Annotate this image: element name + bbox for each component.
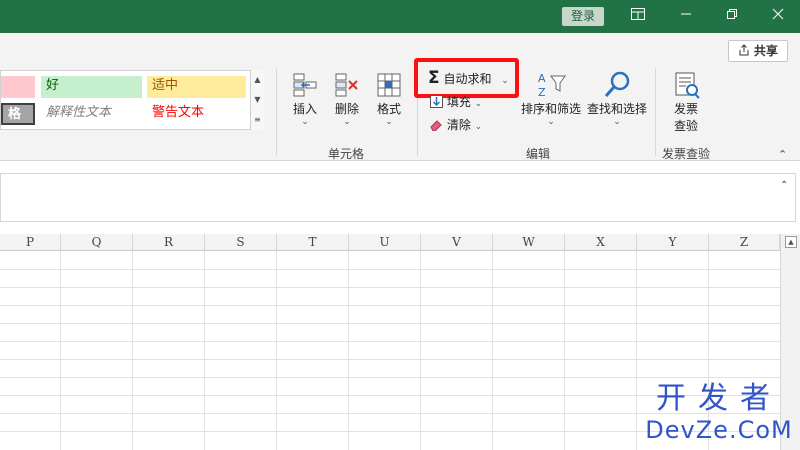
- group-separator: [655, 68, 656, 156]
- invoice-label-line2: 查验: [673, 119, 698, 133]
- format-label: 格式: [376, 102, 401, 116]
- chevron-down-icon: ⌄: [385, 117, 393, 127]
- style-check-cell[interactable]: 格: [1, 103, 35, 125]
- watermark-line1: 开发者: [656, 381, 782, 416]
- column-header[interactable]: P: [0, 234, 61, 251]
- eraser-icon: [430, 120, 442, 132]
- style-warning-text[interactable]: 警告文本: [147, 103, 246, 125]
- cell-styles-gallery: 好 适中 格 解释性文本 警告文本: [0, 70, 264, 130]
- column-header[interactable]: Y: [637, 234, 709, 251]
- share-icon: [739, 44, 749, 56]
- watermark: 开发者 DevZe.CoM: [640, 381, 798, 445]
- column-header[interactable]: R: [133, 234, 205, 251]
- chevron-down-icon: ⌄: [613, 117, 621, 127]
- login-button[interactable]: 登录: [562, 7, 604, 26]
- delete-cells-icon: [335, 73, 358, 97]
- style-explanatory-text[interactable]: 解释性文本: [41, 103, 142, 125]
- insert-cells-icon: [293, 73, 317, 97]
- share-button[interactable]: 共享: [728, 40, 788, 62]
- find-select-label: 查找和选择: [586, 102, 647, 116]
- find-select-button[interactable]: 查找和选择 ⌄: [586, 70, 648, 127]
- column-header[interactable]: Z: [709, 234, 780, 251]
- clear-button[interactable]: 清除 ⌄: [430, 115, 482, 135]
- invoice-label-line1: 发票: [673, 102, 698, 116]
- gallery-scrollbar: ▲ ▼ ≡: [250, 70, 264, 130]
- column-header[interactable]: U: [349, 234, 421, 251]
- sort-filter-icon: A Z: [538, 72, 566, 99]
- invoice-group-label: 发票查验: [661, 147, 710, 161]
- chevron-down-icon: ⌄: [343, 117, 351, 127]
- column-header[interactable]: Q: [61, 234, 133, 251]
- style-good[interactable]: 好: [41, 76, 142, 98]
- share-label: 共享: [753, 44, 778, 58]
- clear-label: 清除: [446, 118, 471, 132]
- formula-bar-area[interactable]: [0, 173, 796, 222]
- format-button[interactable]: 格式 ⌄: [370, 70, 408, 127]
- sort-filter-button[interactable]: A Z 排序和筛选 ⌄: [520, 70, 582, 127]
- restore-icon[interactable]: [722, 6, 742, 26]
- minimize-icon[interactable]: [676, 6, 696, 26]
- style-neutral[interactable]: 适中: [147, 76, 246, 98]
- collapse-ribbon-icon[interactable]: ⌃: [778, 148, 787, 161]
- delete-label: 删除: [334, 102, 359, 116]
- editing-group-label: 编辑: [525, 147, 550, 161]
- column-header[interactable]: X: [565, 234, 637, 251]
- column-headers: P Q R S T U V W X Y Z: [0, 234, 780, 251]
- sort-filter-label: 排序和筛选: [520, 102, 581, 116]
- column-header[interactable]: T: [277, 234, 349, 251]
- gallery-down-icon[interactable]: ▼: [251, 90, 264, 110]
- chevron-down-icon: ⌄: [301, 117, 309, 127]
- chevron-down-icon: ⌄: [474, 122, 483, 132]
- column-header[interactable]: V: [421, 234, 493, 251]
- magnifier-icon: [604, 71, 630, 97]
- svg-text:Z: Z: [538, 86, 546, 99]
- style-bad[interactable]: [1, 76, 35, 98]
- ribbon-display-options-icon[interactable]: [628, 6, 648, 26]
- scroll-up-icon[interactable]: ▲: [785, 236, 797, 248]
- svg-text:A: A: [538, 72, 546, 85]
- column-header[interactable]: W: [493, 234, 565, 251]
- invoice-check-button[interactable]: 发票 查验: [664, 70, 708, 134]
- watermark-line2: DevZe.CoM: [645, 416, 793, 444]
- expand-formula-bar-icon[interactable]: ⌃: [780, 180, 788, 191]
- fill-button[interactable]: 填充 ⌄: [430, 92, 482, 112]
- column-header[interactable]: S: [205, 234, 277, 251]
- fill-label: 填充: [446, 95, 471, 109]
- cells-group-label: 单元格: [327, 147, 364, 161]
- format-cells-icon: [377, 73, 401, 97]
- delete-button[interactable]: 删除 ⌄: [328, 70, 366, 127]
- fill-down-icon: [430, 95, 443, 108]
- group-separator: [276, 68, 277, 156]
- gallery-up-icon[interactable]: ▲: [251, 70, 264, 90]
- close-icon[interactable]: [768, 6, 788, 26]
- chevron-down-icon: ⌄: [474, 99, 483, 109]
- insert-label: 插入: [292, 102, 317, 116]
- gallery-more-icon[interactable]: ≡: [251, 110, 264, 130]
- insert-button[interactable]: 插入 ⌄: [286, 70, 324, 127]
- invoice-search-icon: [675, 72, 700, 99]
- chevron-down-icon: ⌄: [547, 117, 555, 127]
